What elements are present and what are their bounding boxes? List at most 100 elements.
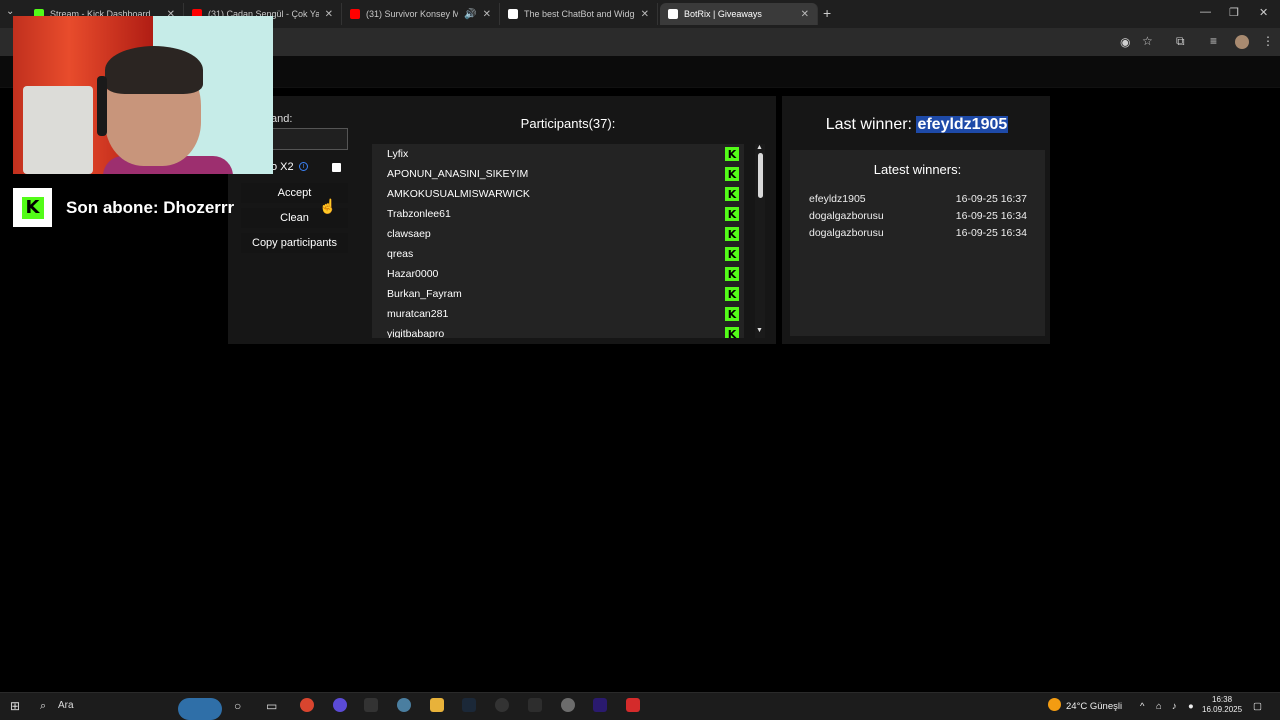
microphone-icon[interactable]: ● [1188,701,1194,712]
winner-name: efeyldz1905 [809,193,866,205]
chrome-icon[interactable] [300,698,314,712]
webcam-hair [105,46,203,94]
participant-row: AMKOKUSUALMISWARWICK K [372,184,744,204]
participant-name: Lyfix [387,148,409,160]
tab-youtube-2[interactable]: (31) Survivor Konsey Müziği 🔊 ✕ [342,3,500,25]
botrix-favicon-icon [508,9,518,19]
kick-logo-icon: K [725,187,739,201]
extensions-icon[interactable]: ⧉ [1176,34,1185,49]
kick-logo-icon: K [725,207,739,221]
discord-icon[interactable] [333,698,347,712]
participant-row: muratcan281 K [372,304,744,324]
eye-off-icon[interactable]: ◉ [1120,35,1130,49]
file-explorer-icon[interactable] [430,698,444,712]
bookmark-star-icon[interactable]: ☆ [1142,34,1153,48]
taskbar-search[interactable]: Ara [58,700,74,711]
speaker-icon[interactable]: ♪ [1172,701,1177,712]
kick-logo-icon: K [725,327,739,338]
scrollbar-thumb[interactable] [758,153,763,198]
participant-name: AMKOKUSUALMISWARWICK [387,188,530,200]
close-tab-icon[interactable]: ✕ [801,9,809,20]
close-window-icon[interactable]: ✕ [1259,6,1268,19]
steam-icon[interactable] [462,698,476,712]
last-winner-name[interactable]: efeyldz1905 [916,116,1009,133]
screen: ⌄ Stream - Kick Dashboard ✕ (31) Cadan S… [0,0,1280,720]
tab-botrix-home[interactable]: The best ChatBot and Widgets ✕ [500,3,658,25]
profile-avatar[interactable] [1235,35,1249,49]
close-tab-icon[interactable]: ✕ [641,9,649,20]
tab-title: BotRix | Giveaways [684,9,762,19]
cortana-icon[interactable]: ○ [234,699,241,713]
participant-name: yigitbabapro [387,328,445,338]
kick-logo-icon: K [725,247,739,261]
participant-name: Burkan_Fayram [387,288,462,300]
tab-title: The best ChatBot and Widgets [524,9,635,19]
last-winner-label: Last winner: [825,116,912,133]
speaker-icon[interactable]: 🔊 [464,9,476,20]
mouse-cursor-icon: ☝ [319,198,337,214]
participant-name: muratcan281 [387,308,449,320]
app-icon[interactable] [626,698,640,712]
participant-name: clawsaep [387,228,431,240]
participant-row: Hazar0000 K [372,264,744,284]
tray-chevron-icon[interactable]: ^ [1140,701,1144,712]
weather-text[interactable]: 24°C Güneşli [1066,701,1122,712]
close-tab-icon[interactable]: ✕ [325,9,333,20]
participant-row: yigitbabapro K [372,324,744,338]
minimize-icon[interactable]: — [1200,6,1211,18]
app-icon[interactable] [561,698,575,712]
taskbar-clock[interactable]: 16:38 16.09.2025 [1202,695,1242,715]
winner-name: dogalgazborusu [809,210,884,222]
winner-time: 16-09-25 16:37 [955,193,1027,205]
winner-time: 16-09-25 16:34 [955,210,1027,222]
youtube-favicon-icon [350,9,360,19]
botrix-favicon-icon [668,9,678,19]
participant-name: Hazar0000 [387,268,439,280]
windows-start-icon[interactable]: ⊞ [10,699,20,713]
winner-row: dogalgazborusu 16-09-25 16:34 [809,210,1027,222]
epic-games-icon[interactable] [364,698,378,712]
obs-icon[interactable] [495,698,509,712]
premiere-icon[interactable] [593,698,607,712]
participant-row: APONUN_ANASINI_SIKEYIM K [372,164,744,184]
close-tab-icon[interactable]: ✕ [483,9,491,20]
command-label: and: [271,113,293,125]
webcam-chair [23,86,93,174]
participant-row: qreas K [372,244,744,264]
earth-widget-icon[interactable] [178,698,222,720]
task-view-icon[interactable]: ▭ [266,699,277,713]
media-control-icon[interactable]: ≡ [1210,34,1217,48]
last-winner-heading: Last winner: efeyldz1905 [782,116,1052,134]
clock-date: 16.09.2025 [1202,705,1243,714]
participant-row: Lyfix K [372,144,744,164]
scroll-up-icon[interactable]: ▲ [756,144,763,151]
copy-participants-button[interactable]: Copy participants [241,233,348,253]
search-icon[interactable]: ⌕ [40,700,46,713]
notifications-icon[interactable]: ▢ [1253,701,1262,712]
restore-icon[interactable]: ❐ [1229,6,1239,19]
app-icon[interactable] [397,698,411,712]
menu-icon[interactable]: ⋮ [1262,34,1274,48]
info-icon[interactable]: i [299,162,308,171]
kick-logo-icon: K [725,307,739,321]
kick-logo-icon: K [725,147,739,161]
last-subscriber-text: Son abone: Dhozerrr [66,198,235,217]
weather-sun-icon [1048,698,1061,711]
kick-logo-icon: K [725,227,739,241]
winner-row: efeyldz1905 16-09-25 16:37 [809,193,1027,205]
latest-winners-box [790,150,1045,336]
kick-logo-icon: K [21,196,44,219]
tab-botrix-giveaways[interactable]: BotRix | Giveaways ✕ [660,3,818,25]
winner-time: 16-09-25 16:34 [955,227,1027,239]
command-input[interactable] [271,128,348,150]
calculator-icon[interactable] [528,698,542,712]
participants-list[interactable]: Lyfix K APONUN_ANASINI_SIKEYIM K AMKOKUSUA… [372,144,744,338]
tab-title: (31) Survivor Konsey Müziği [366,9,459,19]
clock-time: 16:38 [1212,695,1233,704]
network-icon[interactable]: ⌂ [1156,701,1162,712]
new-tab-button[interactable]: + [823,5,831,21]
webcam-overlay [13,16,273,174]
scroll-down-icon[interactable]: ▼ [756,327,763,334]
webcam-headset [97,76,107,136]
x2-checkbox[interactable] [332,163,341,172]
